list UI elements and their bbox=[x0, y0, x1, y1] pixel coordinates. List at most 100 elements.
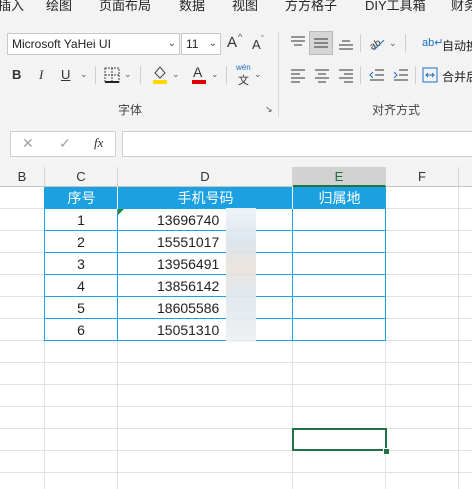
chevron-down-icon[interactable]: ⌄ bbox=[124, 69, 132, 80]
column-header-g[interactable] bbox=[459, 167, 472, 187]
table-row-location[interactable] bbox=[293, 297, 385, 319]
underline-button[interactable]: U bbox=[61, 67, 70, 83]
tab-insert[interactable]: 插入 bbox=[0, 0, 24, 14]
gridline bbox=[0, 406, 472, 407]
gridline bbox=[0, 384, 472, 385]
chevron-down-icon[interactable]: ⌄ bbox=[211, 69, 219, 80]
tab-finance[interactable]: 财务 bbox=[451, 0, 472, 14]
ribbon: 插入 绘图 页面布局 数据 视图 方方格子 DIY工具箱 财务 Microsof… bbox=[0, 0, 472, 123]
column-header-f[interactable]: F bbox=[386, 167, 459, 187]
table-row-number[interactable]: 5 bbox=[45, 297, 117, 319]
table-row-number[interactable]: 6 bbox=[45, 319, 117, 341]
phonetic-top: wén bbox=[236, 63, 251, 72]
merge-center-icon[interactable] bbox=[422, 67, 438, 83]
table-row-phone[interactable]: 13696740 bbox=[118, 209, 292, 231]
table-row-location[interactable] bbox=[293, 231, 385, 253]
chevron-down-icon[interactable]: ⌄ bbox=[389, 38, 397, 49]
tab-page-layout[interactable]: 页面布局 bbox=[99, 0, 151, 14]
increase-indent-icon[interactable] bbox=[392, 67, 410, 83]
svg-text:A: A bbox=[193, 64, 203, 80]
tab-diy-toolbox[interactable]: DIY工具箱 bbox=[365, 0, 426, 14]
worksheet-grid[interactable]: B C D E F 序号 手机号码 归属地 1 13696740 2 15551… bbox=[0, 167, 472, 489]
chevron-down-icon[interactable]: ⌄ bbox=[254, 69, 262, 80]
fill-color-icon[interactable] bbox=[151, 64, 169, 84]
column-header-e[interactable]: E bbox=[293, 167, 386, 187]
enter-icon[interactable]: ✓ bbox=[59, 135, 71, 152]
chevron-down-icon[interactable]: ⌄ bbox=[80, 69, 88, 80]
table-row-number[interactable]: 2 bbox=[45, 231, 117, 253]
group-divider bbox=[278, 32, 279, 117]
fill-handle[interactable] bbox=[383, 448, 390, 455]
column-header-b[interactable]: B bbox=[0, 167, 45, 187]
table-row-location[interactable] bbox=[293, 209, 385, 231]
svg-text:ab: ab bbox=[368, 37, 383, 52]
shrink-font-icon[interactable]: A bbox=[252, 37, 261, 53]
merge-center-label[interactable]: 合并后 bbox=[442, 68, 472, 85]
gridline bbox=[458, 187, 459, 489]
tab-view[interactable]: 视图 bbox=[232, 0, 258, 14]
formula-input[interactable] bbox=[122, 131, 472, 157]
header-cell-location[interactable]: 归属地 bbox=[293, 187, 386, 209]
table-row-phone[interactable]: 15051310 bbox=[118, 319, 292, 341]
gridline bbox=[0, 362, 472, 363]
header-divider bbox=[117, 187, 118, 209]
align-center-icon[interactable] bbox=[313, 67, 331, 83]
cancel-icon[interactable]: ✕ bbox=[22, 135, 34, 152]
redaction-blur bbox=[226, 208, 256, 342]
font-group-label: 字体 bbox=[118, 103, 143, 117]
table-row-location[interactable] bbox=[293, 253, 385, 275]
table-row-location[interactable] bbox=[293, 319, 385, 341]
table-row-number[interactable]: 3 bbox=[45, 253, 117, 275]
table-row-number[interactable]: 4 bbox=[45, 275, 117, 297]
align-left-icon[interactable] bbox=[289, 67, 307, 83]
align-bottom-icon[interactable] bbox=[337, 35, 355, 51]
separator bbox=[226, 66, 227, 84]
separator bbox=[415, 66, 416, 84]
align-top-icon[interactable] bbox=[289, 35, 307, 51]
table-row-phone[interactable]: 13856142 bbox=[118, 275, 292, 297]
table-row-phone[interactable]: 15551017 bbox=[118, 231, 292, 253]
bold-button[interactable]: B bbox=[12, 67, 21, 83]
align-middle-icon bbox=[314, 38, 328, 48]
header-cell-number[interactable]: 序号 bbox=[45, 187, 118, 209]
column-header-c[interactable]: C bbox=[45, 167, 118, 187]
table-row-phone[interactable]: 18605586 bbox=[118, 297, 292, 319]
separator bbox=[360, 34, 361, 52]
wrap-text-icon[interactable]: ab↵ bbox=[422, 36, 443, 49]
font-size-select[interactable]: 11 ⌄ bbox=[181, 33, 221, 55]
font-color-icon[interactable]: A bbox=[190, 64, 208, 84]
wrap-text-label[interactable]: 自动换 bbox=[442, 37, 472, 54]
grow-font-icon[interactable]: A bbox=[227, 35, 237, 51]
tab-draw[interactable]: 绘图 bbox=[46, 0, 72, 14]
table-row-location[interactable] bbox=[293, 275, 385, 297]
align-right-icon[interactable] bbox=[337, 67, 355, 83]
italic-button[interactable]: I bbox=[39, 67, 43, 83]
chevron-down-icon[interactable]: ⌄ bbox=[172, 69, 180, 80]
align-middle-button[interactable] bbox=[309, 31, 333, 55]
separator bbox=[405, 34, 406, 52]
orientation-icon[interactable]: ab bbox=[368, 34, 386, 52]
caret-up-icon: ^ bbox=[238, 32, 243, 42]
phonetic-icon[interactable]: 文 bbox=[238, 72, 249, 88]
chevron-down-icon: ⌄ bbox=[167, 38, 176, 49]
tab-data[interactable]: 数据 bbox=[179, 0, 205, 14]
insert-function-icon[interactable]: fx bbox=[94, 135, 103, 151]
column-header-d[interactable]: D bbox=[118, 167, 293, 187]
header-divider bbox=[292, 187, 293, 209]
alignment-group-label: 对齐方式 bbox=[372, 103, 421, 117]
borders-icon[interactable] bbox=[104, 67, 120, 83]
decrease-indent-icon[interactable] bbox=[368, 67, 386, 83]
error-indicator-icon[interactable] bbox=[118, 209, 124, 215]
active-cell-selection[interactable] bbox=[292, 428, 387, 451]
formula-bar: ✕ ✓ fx bbox=[0, 122, 472, 167]
font-name-select[interactable]: Microsoft YaHei UI ⌄ bbox=[7, 33, 180, 55]
table-row-phone[interactable]: 13956491 bbox=[118, 253, 292, 275]
header-cell-phone[interactable]: 手机号码 bbox=[118, 187, 293, 209]
font-size-value: 11 bbox=[186, 37, 199, 51]
gridline bbox=[0, 450, 472, 451]
tab-fangfang[interactable]: 方方格子 bbox=[285, 0, 337, 14]
dialog-launcher-icon[interactable]: ↘ bbox=[265, 104, 273, 115]
table-row-number[interactable]: 1 bbox=[45, 209, 117, 231]
font-name-value: Microsoft YaHei UI bbox=[12, 37, 111, 51]
gridline bbox=[0, 428, 472, 429]
